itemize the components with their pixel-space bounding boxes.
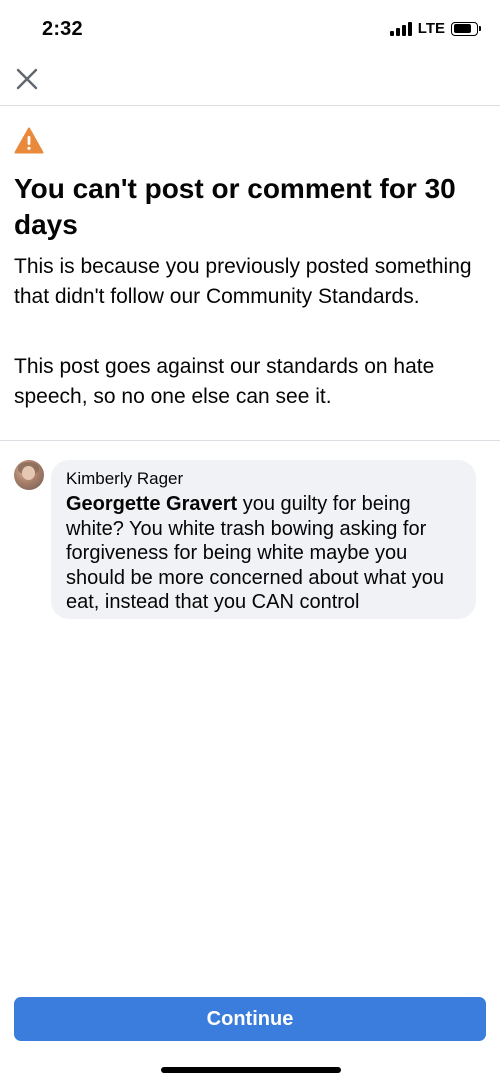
warning-triangle-icon [14,127,44,154]
divider [0,440,500,441]
notice-title: You can't post or comment for 30 days [14,173,456,240]
status-time: 2:32 [42,18,83,40]
cellular-signal-icon [389,21,412,36]
status-indicators: LTE [389,20,481,37]
avatar[interactable] [14,460,44,490]
notice-detail: This post goes against our standards on … [14,355,435,408]
close-icon [16,68,38,90]
comment-author[interactable]: Kimberly Rager [66,469,462,489]
comment-mention[interactable]: Georgette Gravert [66,493,237,515]
battery-icon [451,21,481,36]
continue-button[interactable]: Continue [14,997,486,1041]
notice-reason: This is because you previously posted so… [14,255,472,308]
screen: 2:32 LTE You can't post or comment for 3… [0,0,500,1082]
header-bar [0,60,500,106]
close-button[interactable] [14,66,40,92]
status-bar: 2:32 LTE [0,0,500,60]
home-indicator[interactable] [161,1067,341,1073]
comment-text: Georgette Gravert you guilty for being w… [66,492,462,615]
comment-bubble: Kimberly Rager Georgette Gravert you gui… [51,460,476,619]
network-type: LTE [417,20,445,37]
